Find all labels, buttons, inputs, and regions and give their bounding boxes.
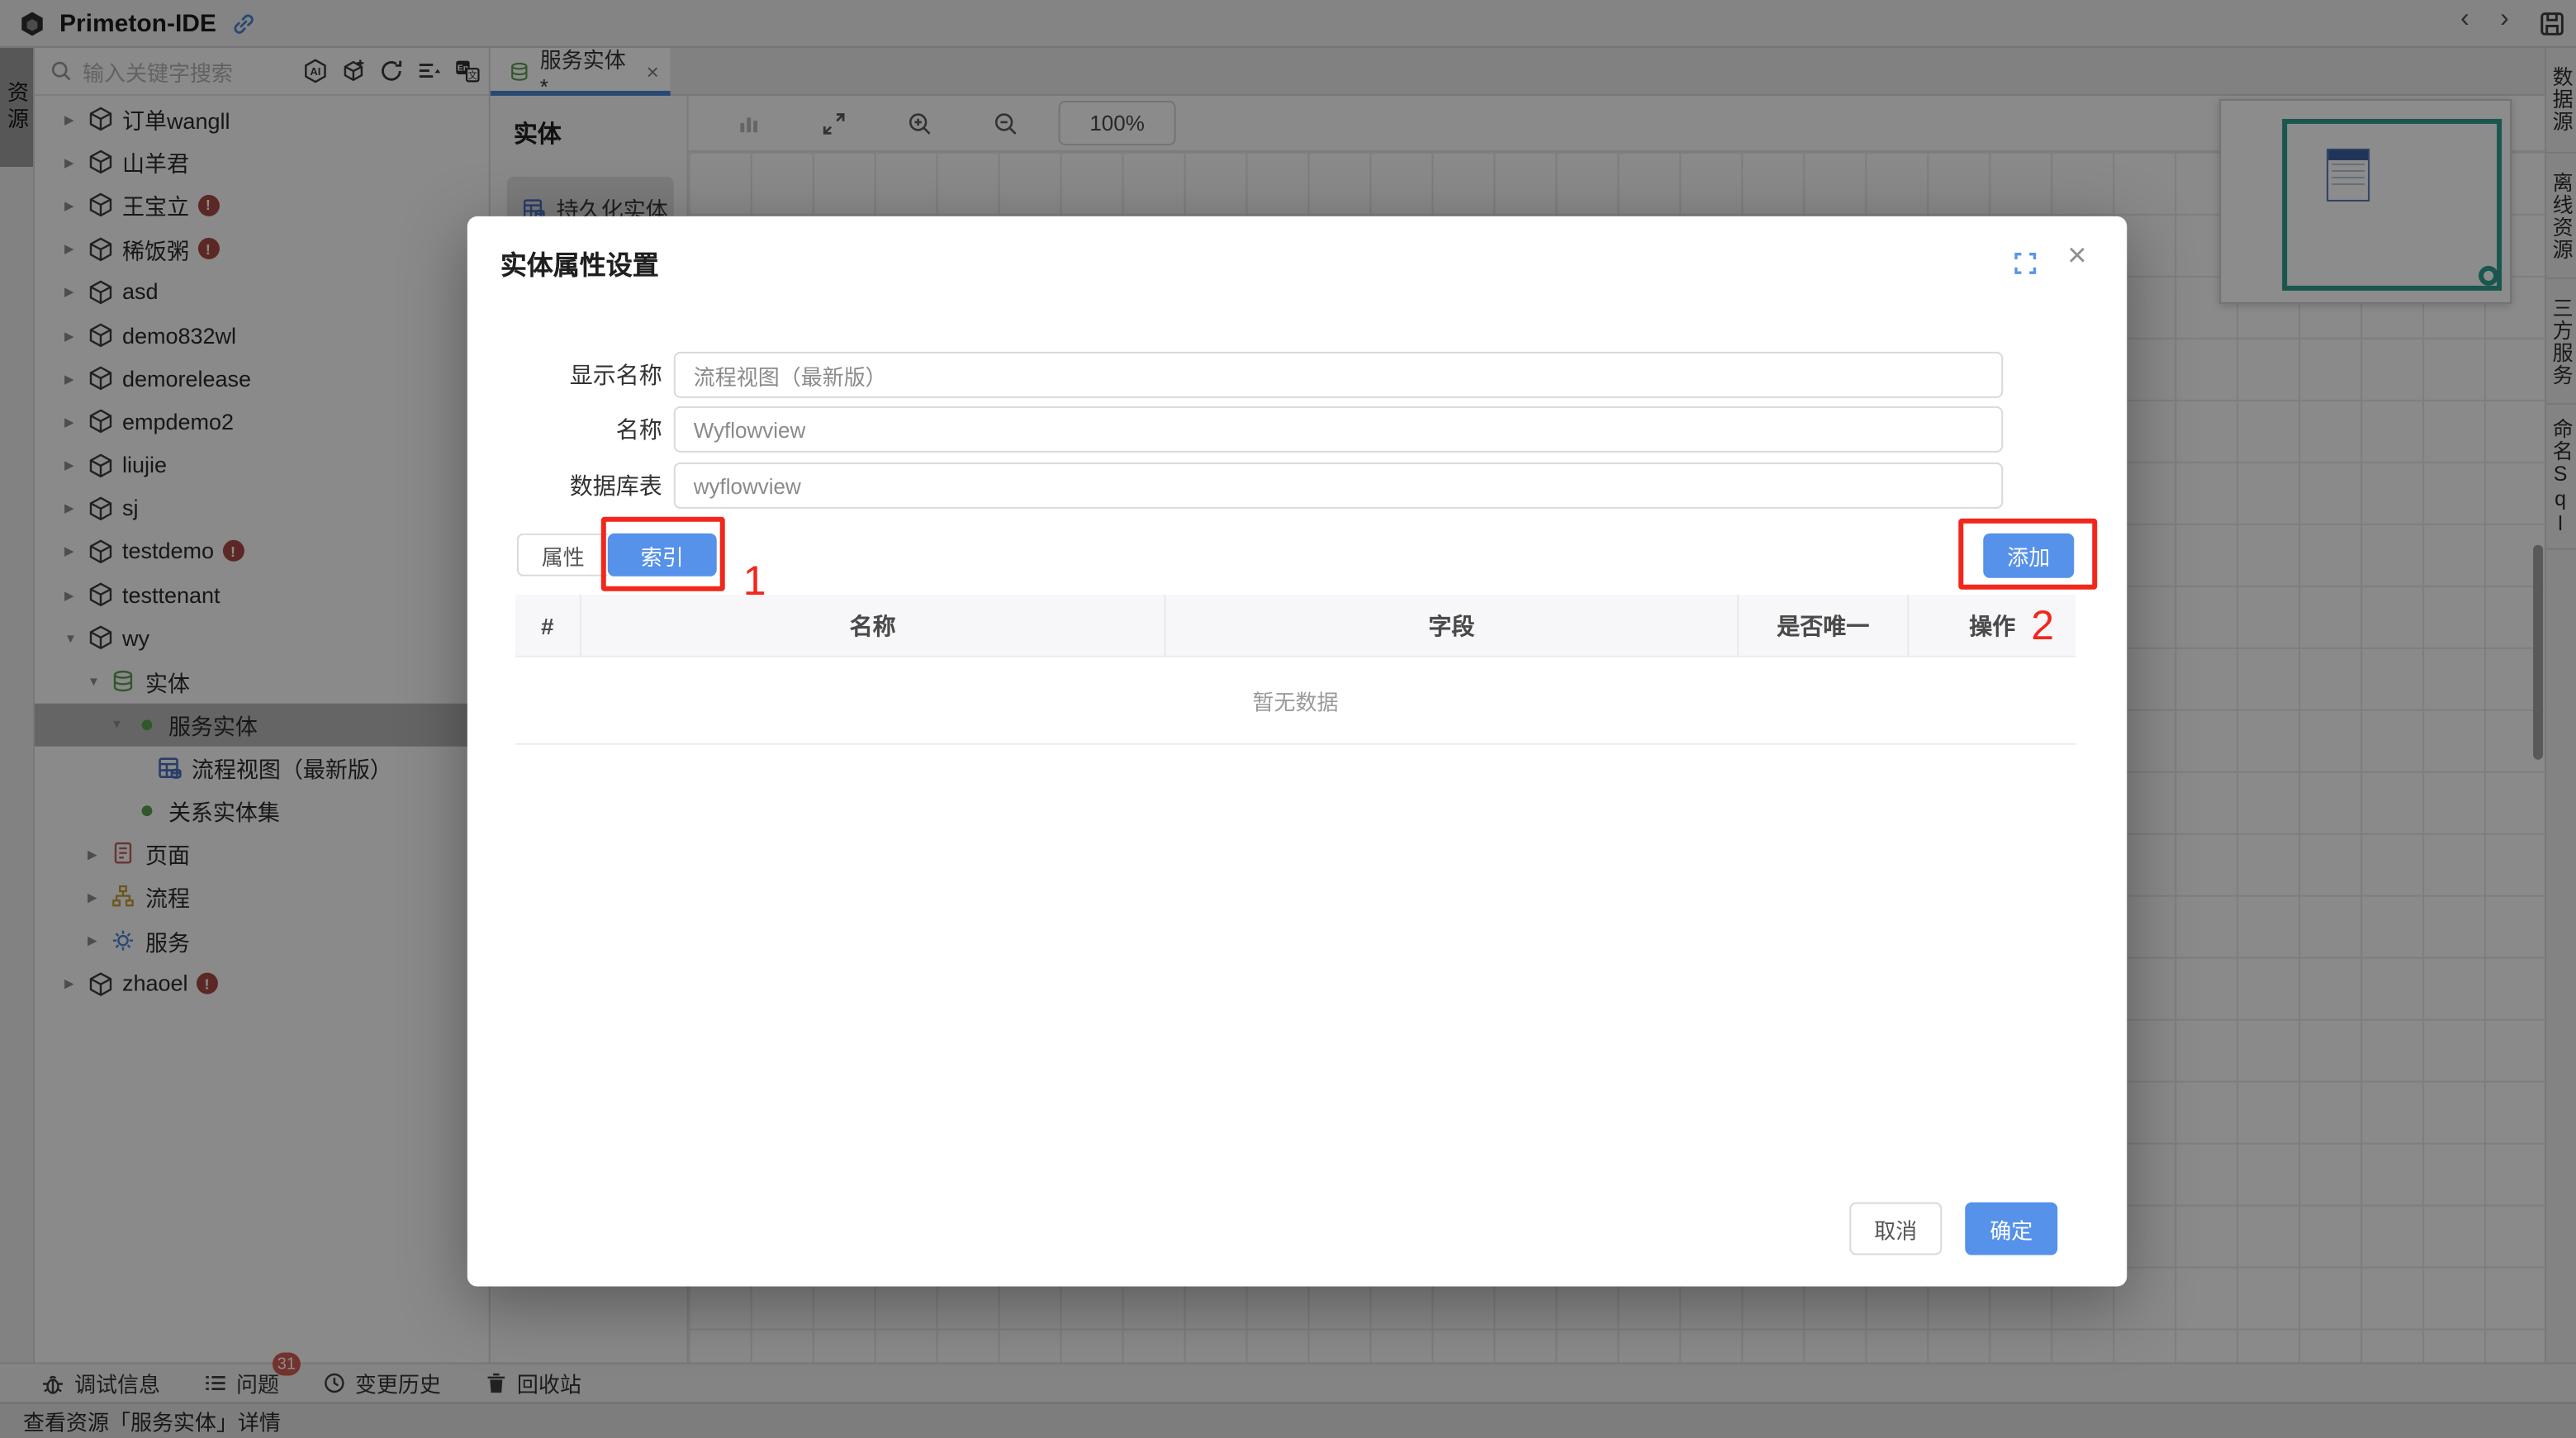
app-window: Primeton-IDE ‹ › 资源 输入关键字搜索 AIEn文 ▶订单wan… <box>0 0 2576 1438</box>
fullscreen-icon[interactable] <box>2013 251 2038 276</box>
annotation-number-2: 2 <box>2031 603 2054 651</box>
field-label: 显示名称 <box>467 358 662 392</box>
field-label: 数据库表 <box>467 469 662 502</box>
annotation-number-1: 1 <box>743 558 766 606</box>
table-empty-state: 暂无数据 <box>515 657 2076 745</box>
form-row: 名称 <box>467 406 2127 453</box>
ok-button[interactable]: 确定 <box>1965 1203 2057 1255</box>
dialog-close-icon[interactable]: × <box>2067 238 2086 276</box>
entity-properties-dialog: 实体属性设置 × 显示名称名称数据库表 属性索引 添加 #名称字段是否唯一操作 … <box>467 216 2127 1287</box>
field-input-0[interactable] <box>674 352 2004 398</box>
table-header-cell: 名称 <box>581 595 1166 656</box>
dialog-title: 实体属性设置 <box>500 243 659 282</box>
annotation-box-step2 <box>1958 519 2097 590</box>
annotation-box-step1 <box>601 517 725 591</box>
table-header-cell: # <box>515 595 581 656</box>
form-row: 数据库表 <box>467 463 2127 509</box>
cancel-button[interactable]: 取消 <box>1849 1203 1942 1255</box>
table-header-cell: 字段 <box>1166 595 1739 656</box>
field-input-1[interactable] <box>674 406 2004 453</box>
field-label: 名称 <box>467 413 662 446</box>
dialog-tab-属性[interactable]: 属性 <box>517 534 608 577</box>
field-input-2[interactable] <box>674 463 2004 509</box>
form-row: 显示名称 <box>467 352 2127 398</box>
table-header-cell: 是否唯一 <box>1739 595 1909 656</box>
index-table: #名称字段是否唯一操作 暂无数据 <box>515 595 2076 745</box>
